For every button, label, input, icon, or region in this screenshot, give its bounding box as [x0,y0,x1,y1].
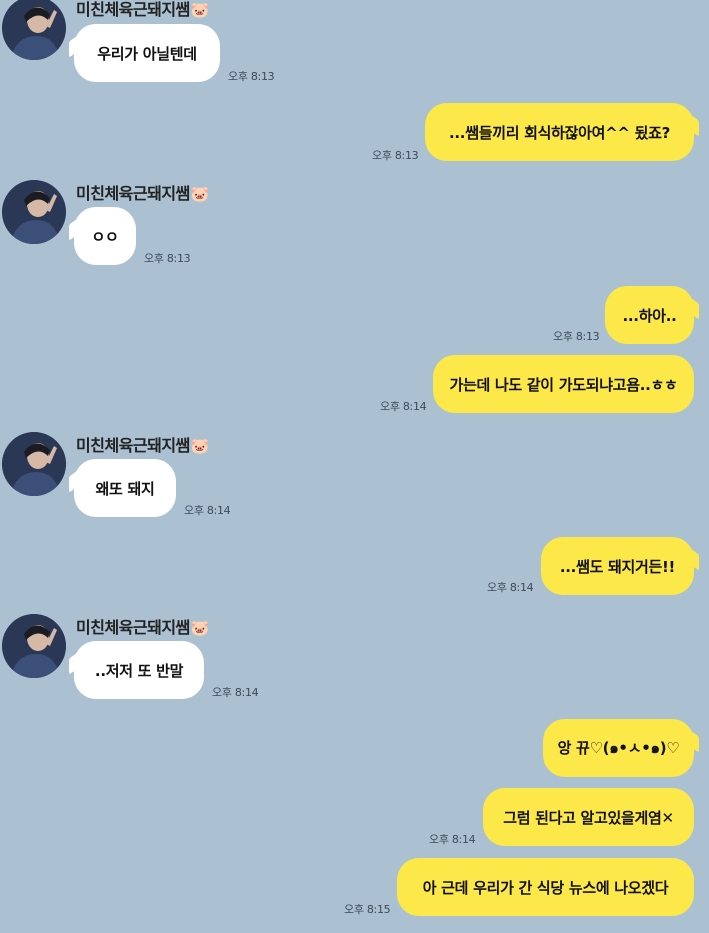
sender-name: 미친체육근돼지쌤🐷 [76,0,209,20]
message-bubble-outgoing[interactable]: ...쌤들끼리 회식하잖아여^^ 됬죠? [425,103,694,161]
message-bubble-outgoing[interactable]: 앙 뀨♡(๑•ㅅ•๑)♡ [543,719,694,777]
sender-name: 미친체육근돼지쌤🐷 [76,432,209,456]
profile-photo-icon [2,180,66,244]
message-time: 오후 8:14 [380,400,427,413]
sender-name-text: 미친체육근돼지쌤 [76,0,190,19]
avatar[interactable] [2,614,66,678]
pig-emoji-icon: 🐷 [190,437,210,455]
message-time: 오후 8:13 [372,149,419,162]
sender-name-text: 미친체육근돼지쌤 [76,184,190,203]
profile-photo-icon [2,0,66,60]
message-time: 오후 8:14 [212,686,259,699]
message-text: 왜또 돼지 [95,479,155,498]
avatar[interactable] [2,432,66,496]
message-bubble-outgoing[interactable]: 가는데 나도 같이 가도되냐고욤..ㅎㅎ [433,355,694,413]
pig-emoji-icon: 🐷 [190,1,210,19]
message-text: 그럼 된다고 알고있을게염✕ [503,808,674,827]
profile-photo-icon [2,614,66,678]
message-bubble-outgoing[interactable]: 아 근데 우리가 간 식당 뉴스에 나오겠다 [397,858,694,916]
message-bubble-incoming[interactable]: ..저저 또 반말 [74,641,204,699]
message-bubble-incoming[interactable]: ㅇㅇ [74,207,136,265]
message-bubble-incoming[interactable]: 왜또 돼지 [74,459,176,517]
message-text: 가는데 나도 같이 가도되냐고욤..ㅎㅎ [449,375,678,394]
message-text: 우리가 아닐텐데 [97,44,197,63]
message-bubble-incoming[interactable]: 우리가 아닐텐데 [74,24,220,82]
profile-photo-icon [2,432,66,496]
sender-name: 미친체육근돼지쌤🐷 [76,180,209,204]
avatar[interactable] [2,180,66,244]
message-text: ㅇㅇ [91,227,119,246]
message-bubble-outgoing[interactable]: ...쌤도 돼지거든!! [541,537,694,595]
sender-name-text: 미친체육근돼지쌤 [76,618,190,637]
message-time: 오후 8:14 [184,504,231,517]
message-time: 오후 8:13 [553,330,600,343]
avatar[interactable] [2,0,66,60]
message-time: 오후 8:14 [487,581,534,594]
message-bubble-outgoing[interactable]: 그럼 된다고 알고있을게염✕ [483,788,694,846]
pig-emoji-icon: 🐷 [190,185,210,203]
message-text: ..저저 또 반말 [94,661,184,680]
message-time: 오후 8:14 [429,833,476,846]
message-time: 오후 8:15 [344,903,391,916]
sender-name-text: 미친체육근돼지쌤 [76,436,190,455]
message-text: ...쌤도 돼지거든!! [559,557,676,576]
message-time: 오후 8:13 [144,252,191,265]
message-text: 아 근데 우리가 간 식당 뉴스에 나오겠다 [422,878,669,897]
pig-emoji-icon: 🐷 [190,619,210,637]
message-text: 앙 뀨♡(๑•ㅅ•๑)♡ [557,739,680,757]
message-text: ...하아.. [622,306,677,325]
message-time: 오후 8:13 [228,70,275,83]
message-text: ...쌤들끼리 회식하잖아여^^ 됬죠? [449,123,670,142]
sender-name: 미친체육근돼지쌤🐷 [76,614,209,638]
message-bubble-outgoing[interactable]: ...하아.. [605,286,694,344]
